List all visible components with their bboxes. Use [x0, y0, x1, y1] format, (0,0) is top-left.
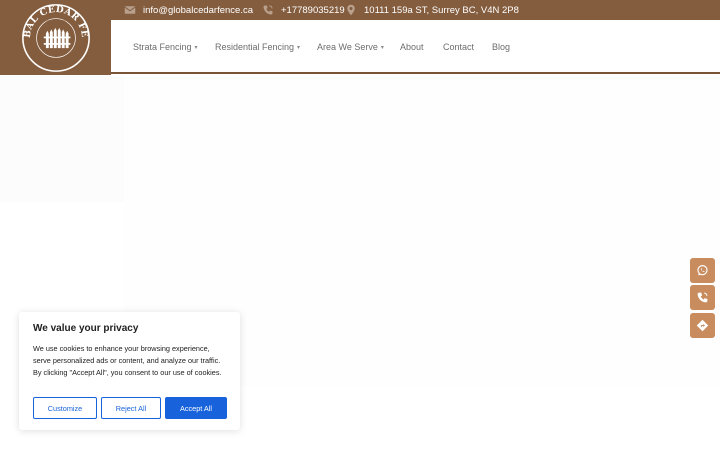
nav-blog[interactable]: Blog — [492, 20, 510, 74]
nav-label: Contact — [443, 42, 475, 52]
chevron-down-icon: ▾ — [194, 44, 198, 51]
customize-button[interactable]: Customize — [33, 397, 97, 419]
nav-label: Residential Fencing — [215, 42, 295, 52]
main-navigation: Strata Fencing ▾ Residential Fencing ▾ A… — [111, 20, 720, 74]
cookie-description: We use cookies to enhance your browsing … — [33, 344, 222, 377]
nav-label: About — [400, 42, 424, 52]
whatsapp-button[interactable] — [690, 258, 715, 283]
phone-icon — [697, 292, 708, 303]
accept-all-button[interactable]: Accept All — [165, 397, 227, 419]
address-text: 10111 159a ST, Surrey BC, V4N 2P8 — [364, 4, 519, 16]
reject-all-button[interactable]: Reject All — [101, 397, 161, 419]
nav-label: Blog — [492, 42, 511, 52]
nav-label: Strata Fencing — [133, 42, 192, 52]
nav-label: Area We Serve — [317, 42, 378, 52]
phone-text: +17789035219 — [281, 4, 345, 16]
whatsapp-icon — [697, 265, 708, 276]
phone-icon — [262, 4, 274, 16]
nav-contact[interactable]: Contact — [443, 20, 474, 74]
site-logo[interactable]: GLOBAL CEDAR FENCE — [0, 0, 111, 75]
chevron-down-icon: ▾ — [380, 44, 384, 51]
nav-area-we-serve[interactable]: Area We Serve ▾ — [317, 20, 384, 74]
call-button[interactable] — [690, 285, 715, 310]
nav-about[interactable]: About — [400, 20, 424, 74]
phone-link[interactable]: +17789035219 — [262, 0, 345, 20]
map-pin-icon — [345, 4, 357, 16]
email-link[interactable]: info@globalcedarfence.ca — [124, 0, 253, 20]
envelope-icon — [124, 4, 136, 16]
cookie-actions: Customize Reject All Accept All — [33, 397, 227, 419]
nav-strata-fencing[interactable]: Strata Fencing ▾ — [133, 20, 198, 74]
global-cedar-fence-logo: GLOBAL CEDAR FENCE — [20, 2, 90, 72]
address-link[interactable]: 10111 159a ST, Surrey BC, V4N 2P8 — [345, 0, 519, 20]
email-text: info@globalcedarfence.ca — [143, 4, 253, 16]
directions-button[interactable] — [690, 313, 715, 338]
chevron-down-icon: ▾ — [297, 44, 301, 51]
nav-residential-fencing[interactable]: Residential Fencing ▾ — [215, 20, 300, 74]
cookie-consent-banner: We value your privacy We use cookies to … — [19, 312, 240, 430]
hero-image-placeholder — [0, 76, 124, 202]
cookie-title: We value your privacy — [33, 323, 139, 334]
directions-icon — [696, 319, 709, 332]
